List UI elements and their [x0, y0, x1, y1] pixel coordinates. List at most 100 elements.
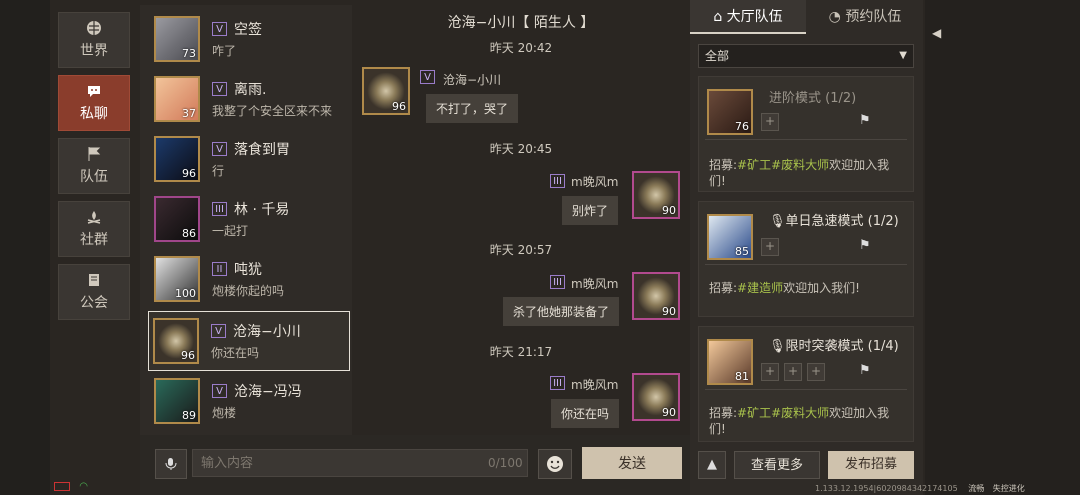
contact-item[interactable]: 37 V 离雨. 我整了个安全区来不来 — [150, 70, 350, 128]
contact-item[interactable]: 89 V 沧海−冯冯 炮楼 — [150, 372, 350, 430]
contact-item[interactable]: 73 V 空签 咋了 — [150, 10, 350, 68]
avatar-level: 100 — [175, 287, 196, 300]
avatar-level: 76 — [735, 120, 749, 133]
team-panel: ⌂ 大厅队伍 ◔ 预约队伍 全部 ▼ 76 进阶模式 (1/2) + ⚑ 招募:… — [690, 0, 923, 495]
nav-guild[interactable]: 公会 — [58, 264, 130, 320]
rank-badge: V — [212, 142, 227, 156]
rank-badge: V — [211, 324, 226, 338]
avatar-level: 96 — [181, 349, 195, 362]
team-card[interactable]: 76 进阶模式 (1/2) + ⚑ 招募:#矿工#废料大师欢迎加入我们! — [698, 76, 914, 192]
join-flag-icon[interactable]: ⚑ — [859, 238, 871, 253]
filter-value: 全部 — [705, 49, 730, 63]
timestamp: 昨天 20:42 — [489, 41, 553, 55]
chat-input-bar: 0/100 发送 — [140, 435, 692, 495]
avatar: 96 — [154, 136, 200, 182]
timestamp: 昨天 20:45 — [489, 142, 553, 156]
recruit-suffix: 欢迎加入我们! — [783, 281, 860, 295]
rank-badge: V — [212, 384, 227, 398]
avatar-level: 86 — [182, 227, 196, 240]
avatar-level: 96 — [182, 167, 196, 180]
recruit-prefix: 招募: — [709, 158, 738, 172]
avatar: 86 — [154, 196, 200, 242]
view-more-button[interactable]: 查看更多 — [734, 451, 820, 479]
team-mode-label: 限时突袭模式 (1/4) — [785, 339, 899, 354]
microphone-icon: 🎙 — [769, 214, 786, 229]
avatar[interactable]: 90 — [632, 171, 680, 219]
contact-last-message: 咋了 — [212, 44, 237, 58]
contact-name: 沧海−小川 — [233, 324, 301, 340]
avatar-level: 90 — [662, 406, 676, 419]
avatar-level: 81 — [735, 370, 749, 383]
avatar: 73 — [154, 16, 200, 62]
contact-item[interactable]: 86 III 林 · 千易 一起打 — [150, 190, 350, 248]
recruit-text: 招募:#建造师欢迎加入我们! — [709, 280, 905, 296]
empty-slot[interactable]: + — [761, 113, 779, 131]
recruit-tag[interactable]: #矿工 — [737, 406, 771, 420]
wifi-icon: ◠ — [79, 481, 88, 492]
rank-badge: V — [212, 22, 227, 36]
recruit-tag[interactable]: #矿工 — [737, 158, 771, 172]
tab-lobby-teams-label: 大厅队伍 — [726, 9, 783, 25]
team-card[interactable]: 81 🎙限时突袭模式 (1/4) + + + ⚑ 招募:#矿工#废料大师欢迎加入我们… — [698, 326, 914, 442]
status-icons: ◠ — [54, 481, 88, 492]
right-edge — [925, 0, 1080, 495]
report-warning-button[interactable]: ▲ — [698, 451, 726, 479]
chat-bubble-icon — [88, 86, 100, 97]
contact-name: 林 · 千易 — [234, 202, 290, 218]
nav-private-chat[interactable]: 私聊 — [58, 75, 130, 131]
sender-name: 沧海−小川 — [443, 73, 502, 87]
smiley-icon — [547, 456, 563, 472]
empty-slot[interactable]: + — [784, 363, 802, 381]
sender-name: m晚风m — [571, 378, 619, 392]
team-slots: + — [761, 113, 784, 132]
send-button[interactable]: 发送 — [582, 447, 682, 479]
banner-icon — [89, 274, 99, 286]
contact-name: 离雨. — [234, 82, 267, 98]
avatar-level: 96 — [392, 100, 406, 113]
publish-recruit-button[interactable]: 发布招募 — [828, 451, 914, 479]
sender-name: m晚风m — [571, 277, 619, 291]
avatar: 81 — [707, 339, 753, 385]
tab-lobby-teams[interactable]: ⌂ 大厅队伍 — [690, 0, 806, 34]
version-text: 1.133.12.1954|6020984342174105 — [815, 484, 958, 493]
join-flag-icon[interactable]: ⚑ — [859, 113, 871, 128]
nav-team[interactable]: 队伍 — [58, 138, 130, 194]
divider — [705, 264, 907, 265]
voice-toggle-button[interactable] — [155, 449, 187, 479]
message-bubble: 你还在吗 — [551, 399, 620, 428]
nav-world[interactable]: 世界 — [58, 12, 130, 68]
contact-name: 空签 — [234, 22, 262, 38]
recruit-tag[interactable]: #废料大师 — [771, 406, 829, 420]
empty-slot[interactable]: + — [761, 363, 779, 381]
contact-item[interactable]: 96 V 落食到胃 行 — [150, 130, 350, 188]
network-status: 流畅 — [968, 484, 985, 493]
recruit-tag[interactable]: #建造师 — [737, 281, 783, 295]
empty-slot[interactable]: + — [807, 363, 825, 381]
rank-badge: II — [212, 262, 227, 276]
avatar-level: 89 — [182, 409, 196, 422]
team-filter-select[interactable]: 全部 ▼ — [698, 44, 914, 68]
collapse-panel-icon[interactable]: ◀ — [932, 26, 941, 40]
contact-last-message: 一起打 — [212, 224, 249, 238]
recruit-tag[interactable]: #废料大师 — [771, 158, 829, 172]
contact-item-selected[interactable]: 96 V 沧海−小川 你还在吗 — [148, 311, 350, 371]
empty-slot[interactable]: + — [761, 238, 779, 256]
rank-badge: V — [420, 70, 435, 84]
message-input[interactable] — [192, 449, 528, 477]
character-counter: 0/100 — [488, 456, 523, 470]
emoji-button[interactable] — [538, 449, 572, 479]
avatar[interactable]: 90 — [632, 373, 680, 421]
contact-last-message: 你还在吗 — [211, 346, 260, 360]
team-card[interactable]: 85 🎙单日急速模式 (1/2) + ⚑ 招募:#建造师欢迎加入我们! — [698, 201, 914, 317]
team-tabs: ⌂ 大厅队伍 ◔ 预约队伍 — [690, 0, 923, 34]
nav-community[interactable]: 社群 — [58, 201, 130, 257]
avatar[interactable]: 90 — [632, 272, 680, 320]
side-nav: 世界 私聊 队伍 社群 公会 — [58, 12, 130, 327]
message-bubble: 杀了他她那装备了 — [503, 297, 620, 326]
join-flag-icon[interactable]: ⚑ — [859, 363, 871, 378]
battery-icon — [54, 481, 70, 491]
avatar[interactable]: 96 — [362, 67, 410, 115]
rank-badge: III — [550, 275, 565, 289]
contact-item[interactable]: 100 II 吨犹 炮楼你起的吗 — [150, 250, 350, 308]
tab-reserved-teams[interactable]: ◔ 预约队伍 — [807, 0, 923, 34]
